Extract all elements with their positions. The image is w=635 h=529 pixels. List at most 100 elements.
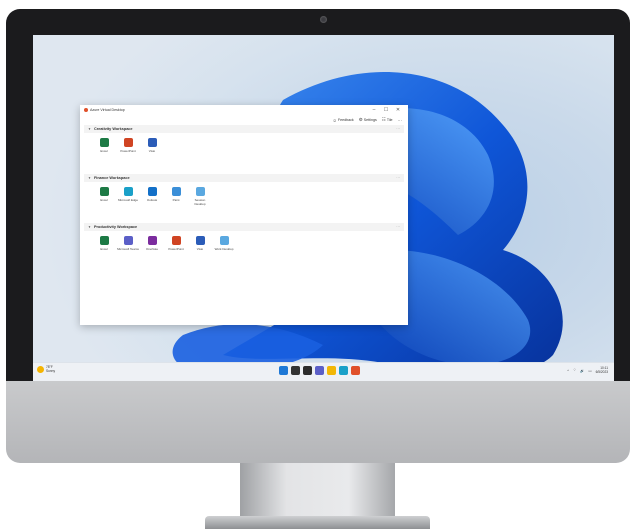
app-label: Excel (100, 198, 108, 202)
app-icon (219, 236, 229, 245)
app-label: Session Desktop (194, 198, 206, 206)
monitor-stand (240, 463, 395, 521)
workspace-header[interactable]: ▼ Productivity Workspace ··· (84, 223, 404, 231)
app-tile[interactable]: Visio (140, 138, 164, 174)
chevron-down-icon: ▼ (88, 127, 91, 131)
app-tile[interactable]: Outlook (140, 187, 164, 223)
app-tile[interactable]: Work Desktop (212, 236, 236, 272)
network-icon[interactable]: ⌔ (573, 368, 576, 373)
tile-view-button[interactable]: ☷ Tile (382, 117, 393, 123)
app-tile[interactable]: Excel (92, 187, 116, 223)
more-options-button[interactable]: ··· (398, 118, 403, 123)
app-tile[interactable]: Visio (188, 236, 212, 272)
weather-widget[interactable]: 78°F Sunny (37, 365, 56, 374)
app-label: OneNote (145, 247, 158, 251)
search-icon[interactable] (291, 366, 300, 375)
window-title: Azure Virtual Desktop (90, 108, 125, 112)
tray-chevron-icon[interactable]: ^ (567, 369, 569, 373)
app-label: Microsoft Edge (117, 198, 138, 202)
app-icon (123, 187, 133, 196)
app-tile[interactable]: Excel (92, 138, 116, 174)
task-view-icon[interactable] (303, 366, 312, 375)
weather-desc: Sunny (46, 368, 56, 373)
gear-icon: ⚙ (358, 117, 363, 122)
window-toolbar: ☺ Feedback ⚙ Settings ☷ Tile ··· (80, 115, 408, 125)
app-icon (195, 187, 205, 196)
file-explorer-icon[interactable] (327, 366, 336, 375)
avd-logo-icon (84, 108, 88, 112)
sun-icon (37, 366, 44, 374)
app-label: Work Desktop (214, 247, 234, 251)
tile-view-icon: ☷ (381, 117, 386, 122)
app-label: PowerPoint (168, 247, 184, 251)
app-tile[interactable]: Paint (164, 187, 188, 223)
settings-label: Settings (363, 118, 377, 122)
chevron-down-icon: ▼ (88, 176, 91, 180)
system-tray: ^ ⌔ 🔊 ▭ 10:11 6/5/2023 (567, 366, 608, 375)
app-icon (171, 236, 181, 245)
avd-app-icon[interactable] (351, 366, 360, 375)
workspace-header[interactable]: ▼ Creativity Workspace ··· (84, 125, 404, 133)
app-tile[interactable]: Microsoft Teams (116, 236, 140, 272)
monitor-stand-base (205, 516, 430, 529)
workspace-name: Creativity Workspace (93, 127, 133, 131)
chevron-down-icon: ▼ (88, 225, 91, 229)
app-icon (123, 236, 133, 245)
app-label: PowerPoint (120, 149, 136, 153)
more-icon: ··· (397, 117, 403, 123)
settings-button[interactable]: ⚙ Settings (359, 117, 377, 123)
app-label: Excel (100, 247, 108, 251)
workspace-name: Productivity Workspace (93, 225, 138, 229)
workspace-more-icon[interactable]: ··· (396, 176, 400, 180)
chat-icon[interactable] (315, 366, 324, 375)
workspace-app-row: Excel Microsoft Edge Outlook Paint Session D… (80, 182, 408, 223)
start-icon[interactable] (279, 366, 288, 375)
workspace-more-icon[interactable]: ··· (396, 127, 400, 131)
volume-icon[interactable]: 🔊 (580, 369, 584, 373)
app-tile[interactable]: Microsoft Edge (116, 187, 140, 223)
window-titlebar: Azure Virtual Desktop – ☐ ✕ (80, 105, 408, 115)
taskbar: 78°F Sunny ^ ⌔ 🔊 ▭ 10:11 6/5/2023 (33, 362, 614, 381)
tile-view-label: Tile (386, 118, 393, 122)
minimize-button[interactable]: – (368, 105, 380, 115)
app-icon (99, 236, 109, 245)
taskbar-pinned-apps (279, 366, 360, 375)
app-label: Microsoft Teams (117, 247, 139, 251)
desktop-screen: Azure Virtual Desktop – ☐ ✕ ☺ Feedback ⚙… (33, 35, 614, 381)
workspace-app-row: Excel Microsoft Teams OneNote PowerPoint Vis… (80, 231, 408, 272)
workspace-name: Finance Workspace (93, 176, 130, 180)
workspace-app-row: Excel PowerPoint Visio (80, 133, 408, 174)
avd-window: Azure Virtual Desktop – ☐ ✕ ☺ Feedback ⚙… (80, 105, 408, 325)
app-icon (99, 187, 109, 196)
app-icon (99, 138, 109, 147)
edge-icon[interactable] (339, 366, 348, 375)
app-icon (171, 187, 181, 196)
app-label: Visio (148, 149, 156, 153)
app-icon (147, 138, 157, 147)
monitor-chin (6, 381, 630, 463)
app-tile[interactable]: Excel (92, 236, 116, 272)
workspace-more-icon[interactable]: ··· (396, 225, 400, 229)
workspace-header[interactable]: ▼ Finance Workspace ··· (84, 174, 404, 182)
battery-icon[interactable]: ▭ (588, 369, 591, 373)
app-icon (147, 187, 157, 196)
app-icon (195, 236, 205, 245)
app-icon (147, 236, 157, 245)
app-label: Excel (100, 149, 108, 153)
webcam (320, 16, 327, 23)
feedback-icon: ☺ (332, 117, 337, 123)
app-tile[interactable]: OneNote (140, 236, 164, 272)
workspace-list: ▼ Creativity Workspace ··· Excel PowerPoint V… (80, 125, 408, 272)
app-tile[interactable]: PowerPoint (164, 236, 188, 272)
app-tile[interactable]: Session Desktop (188, 187, 212, 223)
app-tile[interactable]: PowerPoint (116, 138, 140, 174)
feedback-button[interactable]: ☺ Feedback (332, 118, 353, 123)
feedback-label: Feedback (337, 118, 354, 122)
app-label: Visio (196, 247, 204, 251)
app-label: Outlook (146, 198, 158, 202)
close-button[interactable]: ✕ (392, 105, 404, 115)
app-label: Paint (172, 198, 180, 202)
clock[interactable]: 10:11 6/5/2023 (596, 366, 608, 375)
maximize-button[interactable]: ☐ (380, 105, 392, 115)
app-icon (123, 138, 133, 147)
